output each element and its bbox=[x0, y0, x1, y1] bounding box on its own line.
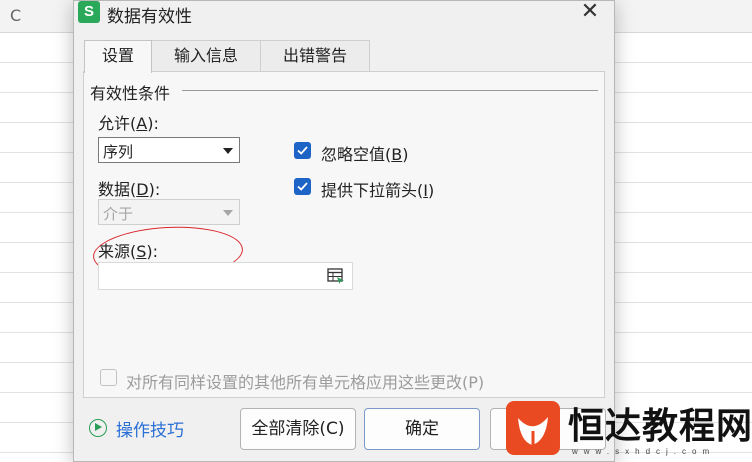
watermark: 恒达教程网 www.sxhdcj.com bbox=[500, 395, 752, 460]
settings-panel: 有效性条件 允许(A): 序列 数据(D): 介于 忽略空值(B) 提供下拉箭头… bbox=[83, 71, 605, 398]
data-validation-dialog: S 数据有效性 ✕ 设置 输入信息 出错警告 有效性条件 允许(A): 序列 数… bbox=[73, 0, 615, 462]
apply-all-checkbox[interactable] bbox=[100, 369, 117, 386]
dialog-title: 数据有效性 bbox=[107, 7, 192, 27]
column-header-c[interactable]: C bbox=[10, 6, 21, 25]
range-select-icon[interactable] bbox=[327, 268, 345, 284]
tab-settings[interactable]: 设置 bbox=[84, 40, 152, 73]
checkmark-icon bbox=[297, 146, 308, 155]
section-divider bbox=[182, 90, 598, 91]
apply-all-label[interactable]: 对所有同样设置的其他所有单元格应用这些更改(P) bbox=[126, 369, 484, 393]
watermark-logo-mark bbox=[518, 417, 548, 445]
chevron-down-icon bbox=[223, 210, 233, 216]
allow-label: 允许(A): bbox=[98, 114, 159, 133]
watermark-url: www.sxhdcj.com bbox=[572, 447, 716, 456]
watermark-logo-icon bbox=[506, 401, 560, 455]
ok-button[interactable]: 确定 bbox=[364, 408, 480, 450]
close-button[interactable]: ✕ bbox=[578, 1, 602, 25]
tab-error-alert[interactable]: 出错警告 bbox=[260, 40, 370, 71]
data-select[interactable]: 介于 bbox=[98, 199, 240, 225]
play-circle-icon bbox=[89, 419, 107, 437]
in-cell-dropdown-label[interactable]: 提供下拉箭头(I) bbox=[321, 177, 434, 201]
source-input[interactable] bbox=[98, 262, 353, 290]
in-cell-dropdown-checkbox[interactable] bbox=[294, 178, 311, 195]
checkmark-icon bbox=[297, 182, 308, 191]
allow-select[interactable]: 序列 bbox=[98, 137, 240, 163]
data-select-value: 介于 bbox=[103, 205, 134, 223]
tips-label: 操作技巧 bbox=[116, 421, 184, 441]
dialog-titlebar[interactable]: S 数据有效性 ✕ bbox=[74, 1, 614, 27]
chevron-down-icon bbox=[223, 148, 233, 154]
ignore-blank-checkbox[interactable] bbox=[294, 142, 311, 159]
wps-spreadsheet-logo-icon: S bbox=[78, 1, 100, 23]
data-label: 数据(D): bbox=[98, 180, 161, 199]
ignore-blank-label[interactable]: 忽略空值(B) bbox=[321, 141, 408, 165]
allow-select-value: 序列 bbox=[103, 143, 134, 161]
clear-all-button[interactable]: 全部清除(C) bbox=[240, 408, 356, 450]
watermark-text: 恒达教程网 bbox=[568, 406, 752, 447]
close-icon: ✕ bbox=[580, 0, 600, 24]
validation-criteria-heading: 有效性条件 bbox=[90, 84, 171, 103]
tab-input-message[interactable]: 输入信息 bbox=[151, 40, 261, 71]
